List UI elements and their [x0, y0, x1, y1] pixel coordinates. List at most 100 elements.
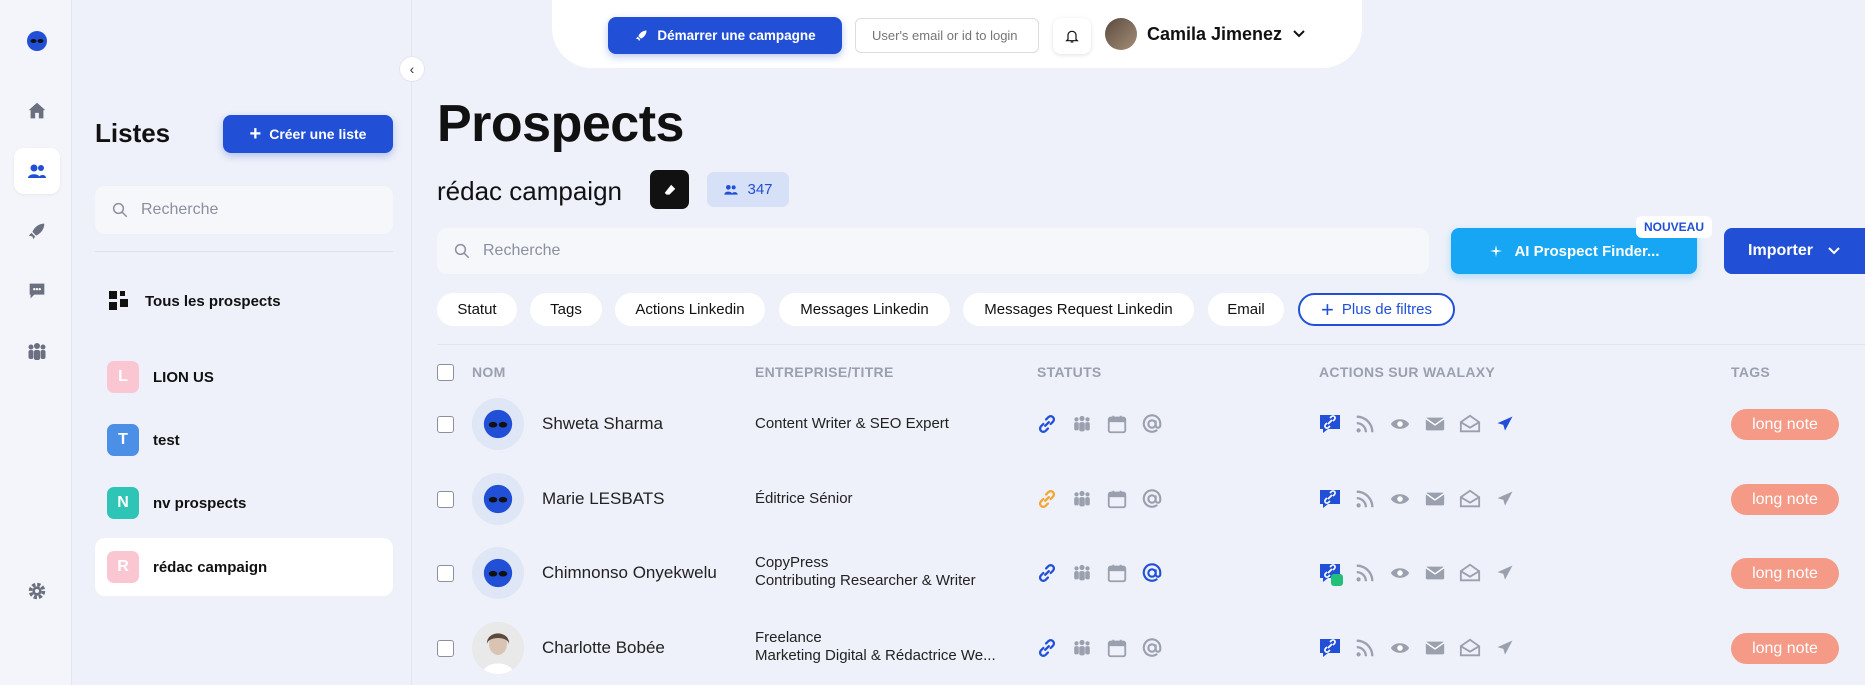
team-icon[interactable]	[1070, 487, 1094, 511]
calendar-icon[interactable]	[1105, 412, 1129, 436]
send-icon[interactable]	[1493, 636, 1517, 660]
avatar[interactable]	[472, 547, 524, 599]
login-as-input[interactable]	[855, 18, 1039, 53]
edit-list-button[interactable]	[650, 170, 689, 209]
linkedin-invite-icon[interactable]	[1318, 561, 1343, 586]
start-campaign-button[interactable]: Démarrer une campagne	[608, 17, 842, 54]
home-icon[interactable]	[14, 88, 60, 134]
list-item-label: nv prospects	[153, 494, 247, 512]
start-campaign-label: Démarrer une campagne	[657, 28, 816, 43]
prospects-search-input[interactable]: Recherche	[437, 228, 1429, 274]
tag-badge[interactable]: long note	[1731, 409, 1839, 440]
eye-icon[interactable]	[1388, 561, 1412, 585]
link-icon[interactable]	[1035, 487, 1059, 511]
prospect-name[interactable]: Marie LESBATS	[542, 489, 665, 509]
list-item-all-prospects[interactable]: Tous les prospects	[95, 272, 393, 330]
list-item-lion-us[interactable]: L LION US	[95, 348, 393, 406]
mail-open-icon[interactable]	[1458, 561, 1482, 585]
eye-icon[interactable]	[1388, 412, 1412, 436]
mail-open-icon[interactable]	[1458, 412, 1482, 436]
column-header-name[interactable]: NOM	[472, 364, 506, 380]
prospect-count: 347	[747, 181, 773, 198]
eye-icon[interactable]	[1388, 636, 1412, 660]
at-sign-icon[interactable]	[1140, 636, 1164, 660]
list-item-test[interactable]: T test	[95, 411, 393, 469]
calendar-icon[interactable]	[1105, 636, 1129, 660]
rss-follow-icon[interactable]	[1353, 636, 1377, 660]
rss-follow-icon[interactable]	[1353, 487, 1377, 511]
select-all-checkbox[interactable]	[437, 364, 454, 381]
status-icons	[1035, 636, 1164, 660]
create-list-button[interactable]: + Créer une liste	[223, 115, 393, 153]
divider	[437, 344, 1865, 345]
at-sign-icon[interactable]	[1140, 487, 1164, 511]
waalaxy-logo-icon[interactable]	[14, 18, 60, 64]
avatar[interactable]	[472, 622, 524, 674]
prospect-name[interactable]: Charlotte Bobée	[542, 638, 665, 658]
at-sign-icon[interactable]	[1140, 412, 1164, 436]
filter-linkedin-messages[interactable]: Messages Linkedin	[779, 293, 950, 326]
company-line: CopyPress	[755, 554, 829, 571]
prospects-icon[interactable]	[14, 148, 60, 194]
at-sign-icon[interactable]	[1140, 561, 1164, 585]
linkedin-invite-icon[interactable]	[1318, 412, 1342, 436]
row-checkbox[interactable]	[437, 640, 454, 657]
more-filters-button[interactable]: + Plus de filtres	[1298, 293, 1455, 326]
tag-badge[interactable]: long note	[1731, 484, 1839, 515]
list-item-redac-campaign[interactable]: R rédac campaign	[95, 538, 393, 596]
user-menu[interactable]: Camila Jimenez	[1105, 18, 1306, 50]
rss-follow-icon[interactable]	[1353, 412, 1377, 436]
prospect-name[interactable]: Shweta Sharma	[542, 414, 663, 434]
team-icon[interactable]	[1070, 412, 1094, 436]
column-header-tags[interactable]: TAGS	[1731, 364, 1770, 380]
collapse-panel-button[interactable]: ‹	[399, 56, 425, 82]
mail-open-icon[interactable]	[1458, 487, 1482, 511]
list-item-nv-prospects[interactable]: N nv prospects	[95, 474, 393, 532]
link-icon[interactable]	[1035, 561, 1059, 585]
mail-icon[interactable]	[1423, 487, 1447, 511]
filter-tags[interactable]: Tags	[530, 293, 602, 326]
prospect-name[interactable]: Chimnonso Onyekwelu	[542, 563, 717, 583]
team-icon[interactable]	[1070, 561, 1094, 585]
row-checkbox[interactable]	[437, 565, 454, 582]
filter-linkedin-message-requests[interactable]: Messages Request Linkedin	[963, 293, 1194, 326]
linkedin-invite-icon[interactable]	[1318, 636, 1342, 660]
link-icon[interactable]	[1035, 636, 1059, 660]
grid-icon	[109, 291, 128, 310]
mail-open-icon[interactable]	[1458, 636, 1482, 660]
filter-status[interactable]: Statut	[437, 293, 517, 326]
column-header-company[interactable]: ENTREPRISE/TITRE	[755, 364, 894, 380]
row-checkbox[interactable]	[437, 416, 454, 433]
calendar-icon[interactable]	[1105, 487, 1129, 511]
team-icon[interactable]	[14, 328, 60, 374]
notifications-button[interactable]	[1053, 18, 1091, 54]
campaigns-rocket-icon[interactable]	[14, 208, 60, 254]
tag-badge[interactable]: long note	[1731, 558, 1839, 589]
filter-linkedin-actions[interactable]: Actions Linkedin	[615, 293, 765, 326]
lists-search-placeholder: Recherche	[141, 201, 219, 218]
send-icon[interactable]	[1493, 412, 1517, 436]
row-checkbox[interactable]	[437, 491, 454, 508]
avatar[interactable]	[472, 473, 524, 525]
linkedin-invite-icon[interactable]	[1318, 487, 1342, 511]
column-header-actions[interactable]: ACTIONS SUR WAALAXY	[1319, 364, 1495, 380]
rss-follow-icon[interactable]	[1353, 561, 1377, 585]
link-icon[interactable]	[1035, 412, 1059, 436]
send-icon[interactable]	[1493, 487, 1517, 511]
import-button[interactable]: Importer	[1724, 228, 1865, 274]
ai-prospect-finder-label: AI Prospect Finder...	[1514, 242, 1660, 260]
mail-icon[interactable]	[1423, 561, 1447, 585]
filter-email[interactable]: Email	[1208, 293, 1284, 326]
mail-icon[interactable]	[1423, 636, 1447, 660]
send-icon[interactable]	[1493, 561, 1517, 585]
lists-search-input[interactable]: Recherche	[95, 186, 393, 234]
mail-icon[interactable]	[1423, 412, 1447, 436]
avatar[interactable]	[472, 398, 524, 450]
team-icon[interactable]	[1070, 636, 1094, 660]
messages-icon[interactable]	[14, 268, 60, 314]
eye-icon[interactable]	[1388, 487, 1412, 511]
calendar-icon[interactable]	[1105, 561, 1129, 585]
column-header-status[interactable]: STATUTS	[1037, 364, 1102, 380]
settings-gear-icon[interactable]	[14, 568, 60, 614]
tag-badge[interactable]: long note	[1731, 633, 1839, 664]
